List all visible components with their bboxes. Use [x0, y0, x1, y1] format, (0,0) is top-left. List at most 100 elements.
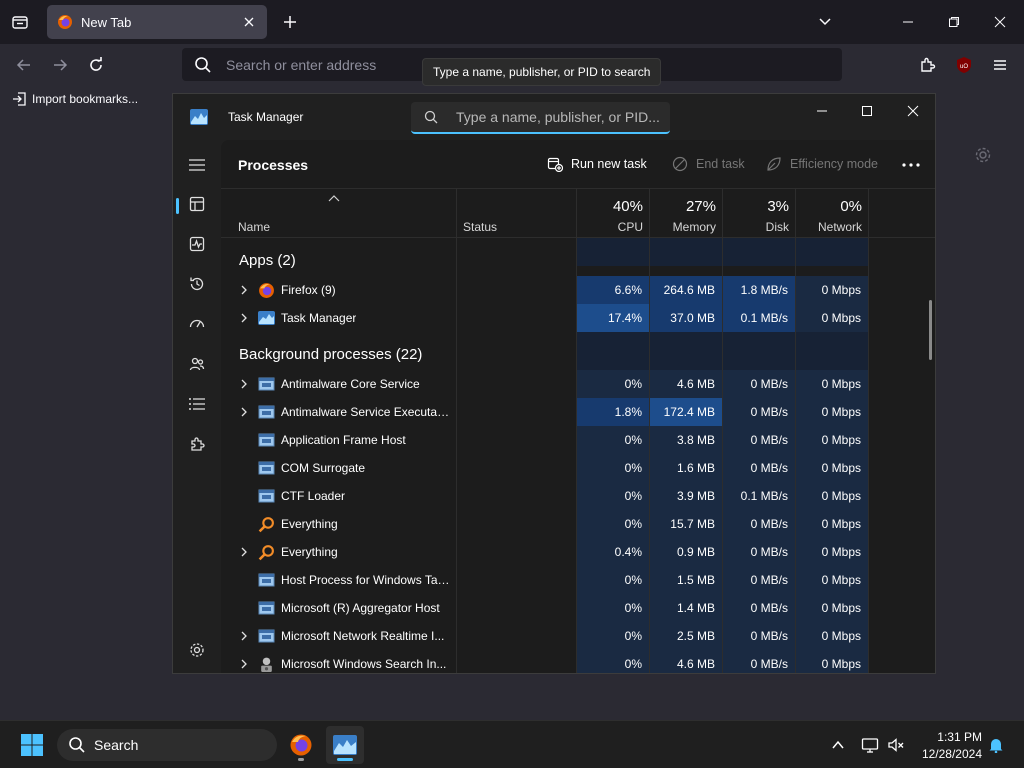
- extensions-puzzle-icon[interactable]: [916, 53, 940, 77]
- gear-icon[interactable]: [974, 146, 992, 164]
- process-net: 0 Mbps: [796, 482, 868, 510]
- process-net: 0 Mbps: [796, 398, 868, 426]
- column-name[interactable]: Name: [238, 220, 270, 234]
- column-cpu[interactable]: CPU: [577, 220, 643, 234]
- chevron-right-icon[interactable]: [238, 658, 250, 670]
- process-row[interactable]: CTF Loader 0% 3.9 MB 0.1 MB/s 0 Mbps: [221, 482, 935, 510]
- settings-gear-icon[interactable]: [185, 638, 209, 662]
- heat-spacer: [796, 332, 868, 370]
- users-icon[interactable]: [185, 352, 209, 376]
- heat-spacer: [650, 238, 722, 266]
- search-icon: [424, 110, 438, 124]
- services-puzzle-icon[interactable]: [185, 432, 209, 456]
- process-row[interactable]: Microsoft Network Realtime I... 0% 2.5 MB 0…: [221, 622, 935, 650]
- service-process-icon: [258, 404, 275, 420]
- maximize-icon[interactable]: [856, 100, 878, 122]
- startup-apps-icon[interactable]: [185, 312, 209, 336]
- hamburger-menu-icon[interactable]: [988, 53, 1012, 77]
- scrollbar-thumb[interactable]: [929, 300, 932, 360]
- chevron-right-icon[interactable]: [238, 312, 250, 324]
- chevron-right-icon[interactable]: [238, 284, 250, 296]
- process-list: Apps (2) Background processes (22) Firef…: [221, 238, 935, 673]
- process-mem: 0.9 MB: [650, 538, 722, 566]
- process-row[interactable]: Antimalware Core Service 0% 4.6 MB 0 MB/s 0 …: [221, 370, 935, 398]
- efficiency-mode-button[interactable]: Efficiency mode: [766, 156, 878, 172]
- more-options-icon[interactable]: [901, 157, 921, 173]
- process-net: 0 Mbps: [796, 510, 868, 538]
- task-manager-window: Task Manager Type a name, publisher, or …: [172, 93, 936, 674]
- process-row[interactable]: Host Process for Windows Tasks 0% 1.5 MB 0 …: [221, 566, 935, 594]
- process-net: 0 Mbps: [796, 276, 868, 304]
- chevron-right-icon[interactable]: [238, 546, 250, 558]
- searchidx-process-icon: [258, 656, 275, 672]
- heat-spacer: [650, 332, 722, 370]
- minimize-icon[interactable]: [811, 100, 833, 122]
- run-new-task-button[interactable]: Run new task: [547, 156, 647, 172]
- column-disk[interactable]: Disk: [723, 220, 789, 234]
- close-tab-icon[interactable]: [241, 14, 257, 30]
- process-cpu: 0%: [577, 622, 649, 650]
- volume-muted-icon[interactable]: [887, 736, 905, 754]
- windows-start-icon[interactable]: [20, 733, 44, 757]
- close-window-icon[interactable]: [902, 100, 924, 122]
- window-title: Task Manager: [228, 110, 304, 124]
- process-row[interactable]: Antimalware Service Executable 1.8% 172.4 …: [221, 398, 935, 426]
- chevron-up-icon[interactable]: [830, 737, 846, 753]
- disk-total[interactable]: 3%: [723, 198, 789, 215]
- chevron-down-icon[interactable]: [817, 13, 835, 31]
- processes-icon[interactable]: [185, 192, 209, 216]
- ublock-origin-icon[interactable]: uO: [952, 53, 976, 77]
- network-icon[interactable]: [861, 736, 879, 754]
- column-status[interactable]: Status: [463, 220, 497, 234]
- process-search-input[interactable]: [456, 109, 666, 125]
- hamburger-menu-icon[interactable]: [185, 153, 209, 177]
- app-history-icon[interactable]: [185, 272, 209, 296]
- cpu-total[interactable]: 40%: [577, 198, 643, 215]
- process-row[interactable]: Microsoft Windows Search In... 0% 4.6 MB 0 …: [221, 650, 935, 673]
- process-row[interactable]: COM Surrogate 0% 1.6 MB 0 MB/s 0 Mbps: [221, 454, 935, 482]
- network-total[interactable]: 0%: [796, 198, 862, 215]
- chevron-right-icon[interactable]: [238, 406, 250, 418]
- process-cpu: 0%: [577, 510, 649, 538]
- reload-icon[interactable]: [84, 53, 108, 77]
- back-arrow-icon[interactable]: [12, 53, 36, 77]
- chevron-right-icon[interactable]: [238, 630, 250, 642]
- list-all-tabs-icon[interactable]: [8, 10, 32, 34]
- process-name: Microsoft Windows Search In...: [281, 657, 447, 671]
- close-window-icon[interactable]: [990, 12, 1010, 32]
- tab-title: New Tab: [81, 14, 132, 30]
- process-search-box[interactable]: [411, 102, 670, 134]
- column-memory[interactable]: Memory: [650, 220, 716, 234]
- end-task-button[interactable]: End task: [672, 156, 745, 172]
- heat-spacer: [723, 332, 795, 370]
- restore-icon[interactable]: [944, 12, 964, 32]
- forward-arrow-icon[interactable]: [48, 53, 72, 77]
- process-row[interactable]: Firefox (9) 6.6% 264.6 MB 1.8 MB/s 0 Mbps: [221, 276, 935, 304]
- new-tab-plus-icon[interactable]: [280, 12, 300, 32]
- minimize-icon[interactable]: [898, 12, 918, 32]
- clock-time[interactable]: 1:31 PM: [920, 730, 982, 744]
- taskbar-task-manager[interactable]: [326, 726, 364, 764]
- taskmgr-process-icon: [258, 310, 275, 326]
- performance-icon[interactable]: [185, 232, 209, 256]
- memory-total[interactable]: 27%: [650, 198, 716, 215]
- chevron-right-icon[interactable]: [238, 378, 250, 390]
- tab-new-tab[interactable]: New Tab: [47, 5, 267, 39]
- column-network[interactable]: Network: [796, 220, 862, 234]
- process-row[interactable]: Microsoft (R) Aggregator Host 0% 1.4 MB 0 M…: [221, 594, 935, 622]
- process-net: 0 Mbps: [796, 622, 868, 650]
- search-icon: [195, 56, 211, 73]
- process-row[interactable]: Application Frame Host 0% 3.8 MB 0 MB/s 0 Mb…: [221, 426, 935, 454]
- process-row[interactable]: Task Manager 17.4% 37.0 MB 0.1 MB/s 0 Mbps: [221, 304, 935, 332]
- clock-date[interactable]: 12/28/2024: [910, 747, 982, 761]
- process-row[interactable]: Everything 0.4% 0.9 MB 0 MB/s 0 Mbps: [221, 538, 935, 566]
- notification-bell-icon[interactable]: [988, 737, 1004, 753]
- taskbar-firefox[interactable]: [282, 726, 320, 764]
- process-net: 0 Mbps: [796, 594, 868, 622]
- process-name: Firefox (9): [281, 283, 336, 297]
- process-name: Task Manager: [281, 311, 357, 325]
- process-row[interactable]: Everything 0% 15.7 MB 0 MB/s 0 Mbps: [221, 510, 935, 538]
- taskbar-search-box[interactable]: Search: [57, 729, 277, 761]
- details-list-icon[interactable]: [185, 392, 209, 416]
- import-bookmarks-link[interactable]: Import bookmarks...: [12, 91, 138, 107]
